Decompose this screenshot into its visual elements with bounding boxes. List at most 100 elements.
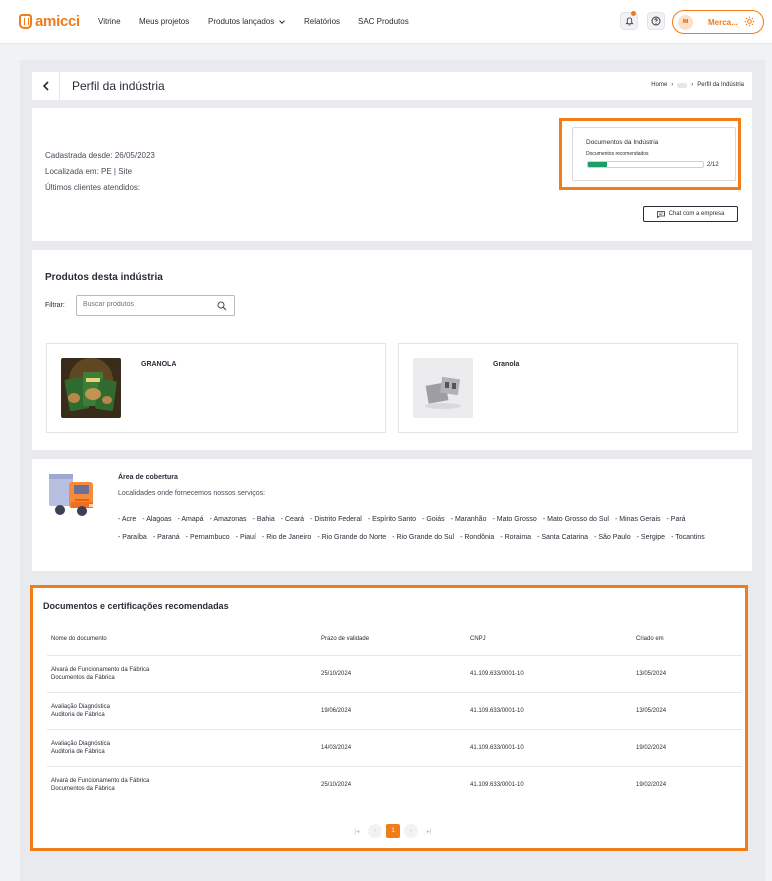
state-item: Pará [667,511,686,529]
last-clients: Últimos clientes atendidos: [45,183,141,192]
state-item: Rio Grande do Norte [317,529,387,547]
cell-created: 13/05/2024 [636,671,667,677]
state-item: Alagoas [142,511,171,529]
notifications-button[interactable] [620,11,638,30]
avatar: IM [678,14,693,30]
nav-produtos-lancados-label: Produtos lançados [208,17,275,26]
search-icon[interactable] [217,301,227,311]
pagination: |◂ ‹ 1 › ▸| [350,824,436,838]
products-title: Produtos desta indústria [45,272,163,283]
state-item: Amapá [177,511,203,529]
arrow-left-icon [42,81,49,91]
cell-cnpj: 41.109.633/0001-10 [470,671,524,677]
product-name: GRANOLA [141,361,177,368]
state-item: São Paulo [594,529,630,547]
page-header: Perfil da indústria Home › › Perfil da I… [32,72,752,100]
nav-relatorios[interactable]: Relatórios [304,17,358,26]
coverage-subtitle: Localidades onde fornecemos nossos servi… [118,490,266,497]
product-card[interactable]: Granola [398,343,738,433]
state-item: Mato Grosso do Sul [543,511,609,529]
nav-produtos-lancados[interactable]: Produtos lançados [208,17,304,26]
cell-document-name: Alvará de Funcionamento da Fábrica Docume… [51,667,149,681]
chevron-down-icon [279,17,286,24]
breadcrumb-separator-icon: › [691,82,694,88]
logo-text: amicci [35,13,80,30]
amicci-logo[interactable]: amicci [19,13,80,30]
documents-section: Documentos e certificações recomendadas … [30,585,748,851]
state-item: Distrito Federal [310,511,361,529]
cell-validity: 25/10/2024 [321,671,352,677]
placeholder-image-icon [413,358,473,418]
chat-icon [656,210,665,218]
prev-page-icon[interactable]: ‹ [368,824,382,838]
gear-icon[interactable] [744,16,755,27]
docs-progress-text: 2/12 [707,162,719,168]
documents-title: Documentos e certificações recomendadas [43,601,229,611]
help-button[interactable] [647,12,665,30]
product-card[interactable]: GRANOLA [46,343,386,433]
document-name: Alvará de Funcionamento da Fábrica [51,667,150,673]
nav-vitrine[interactable]: Vitrine [98,17,139,26]
table-row[interactable]: Alvará de Funcionamento da Fábrica Docume… [47,655,742,692]
cell-document-name: Alvará de Funcionamento da Fábrica Docume… [51,778,149,792]
cell-validity: 25/10/2024 [321,782,352,788]
cell-created: 19/02/2024 [636,745,667,751]
state-item: Espírito Santo [368,511,416,529]
document-name: Avaliação Diagnóstica [51,704,110,710]
filter-label: Filtrar: [45,302,65,309]
table-row[interactable]: Avaliação Diagnóstica Auditoria de Fábric… [47,692,742,729]
nav-meus-projetos[interactable]: Meus projetos [139,17,208,26]
location: Localizada em: PE | Site [45,167,133,176]
state-item: Tocantins [671,529,705,547]
state-item: Minas Gerais [615,511,660,529]
granola-product-image [61,358,121,418]
state-item: Sergipe [637,529,665,547]
docs-summary-title: Documentos da Indústria [586,139,659,146]
search-box[interactable] [76,295,235,316]
document-category: Auditoria de Fábrica [51,712,105,718]
state-item: Rio de Janeiro [262,529,311,547]
state-item: Mato Grosso [492,511,537,529]
state-item: Bahia [253,511,275,529]
notification-dot [631,11,636,16]
state-item: Maranhão [451,511,487,529]
cell-validity: 19/06/2024 [321,708,352,714]
truck-icon [49,474,93,516]
breadcrumb-current: Perfil da Indústria [697,82,744,88]
docs-progress-bar [587,161,704,168]
last-page-icon[interactable]: ▸| [422,824,436,838]
industry-info-card: Cadastrada desde: 26/05/2023 Localizada … [32,108,752,241]
chat-button-label: Chat com a empresa [668,211,725,217]
page-number-current[interactable]: 1 [386,824,400,838]
top-navbar: amicci Vitrine Meus projetos Produtos la… [0,0,772,44]
back-button[interactable] [32,72,60,100]
cell-cnpj: 41.109.633/0001-10 [470,745,524,751]
state-item: Rondônia [460,529,494,547]
docs-progress-fill [588,162,608,167]
next-page-icon[interactable]: › [404,824,418,838]
breadcrumb: Home › › Perfil da Indústria [651,82,744,88]
nav-sac-produtos[interactable]: SAC Produtos [358,17,409,26]
chat-button[interactable]: Chat com a empresa [643,206,738,222]
user-menu[interactable]: IM Merca... [672,10,764,34]
cell-document-name: Avaliação Diagnóstica Auditoria de Fábric… [51,741,110,755]
cell-created: 19/02/2024 [636,782,667,788]
document-category: Documentos da Fábrica [51,786,115,792]
breadcrumb-home[interactable]: Home [651,82,667,88]
column-header-validity: Prazo de validade [321,636,370,642]
first-page-icon[interactable]: |◂ [350,824,364,838]
column-header-created: Criado em [636,636,664,642]
cell-validity: 14/03/2024 [321,745,352,751]
search-input[interactable] [83,301,203,308]
docs-summary-subtitle: Documentos recomendados [586,151,649,157]
state-item: Rio Grande do Sul [392,529,454,547]
coverage-card: Área de cobertura Localidades onde forne… [32,459,752,571]
table-row[interactable]: Avaliação Diagnóstica Auditoria de Fábric… [47,729,742,766]
table-row[interactable]: Alvará de Funcionamento da Fábrica Docume… [47,766,742,803]
state-item: Paraná [153,529,180,547]
breadcrumb-separator-icon: › [671,82,674,88]
help-icon [651,16,661,26]
registered-since: Cadastrada desde: 26/05/2023 [45,151,155,160]
bell-icon [624,16,634,26]
breadcrumb-ellipsis[interactable] [677,82,688,88]
